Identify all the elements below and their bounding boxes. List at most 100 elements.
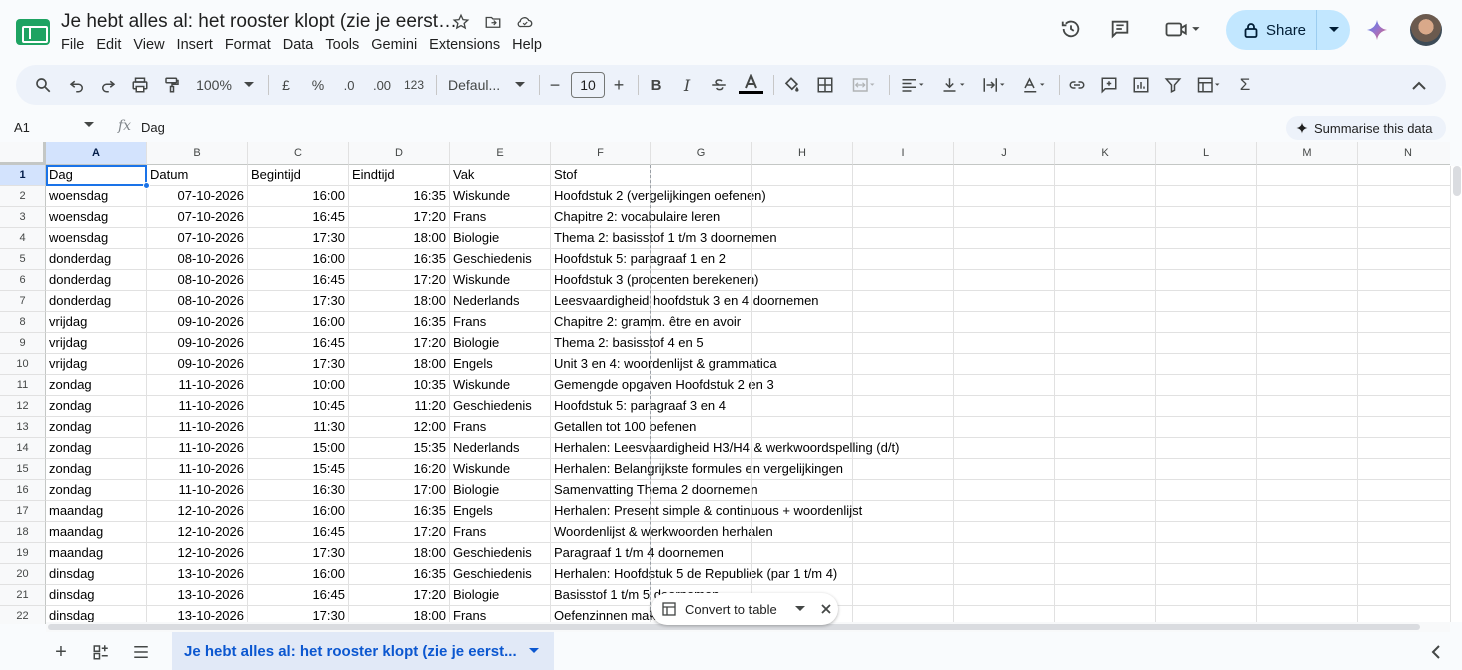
grid-cell[interactable]: woensdag <box>46 186 147 207</box>
column-header[interactable]: N <box>1358 142 1450 165</box>
grid-cell[interactable] <box>1156 417 1257 438</box>
grid-cell[interactable] <box>853 165 954 186</box>
grid-cell[interactable]: 15:35 <box>349 438 450 459</box>
grid-cell[interactable]: 09-10-2026 <box>147 333 248 354</box>
grid-cell[interactable] <box>1358 438 1450 459</box>
grid-cell[interactable] <box>1156 375 1257 396</box>
grid-cell[interactable] <box>1156 480 1257 501</box>
grid-cell[interactable]: woensdag <box>46 207 147 228</box>
grid-cell[interactable] <box>1257 165 1358 186</box>
grid-cell[interactable]: maandag <box>46 522 147 543</box>
grid-cell[interactable] <box>1257 186 1358 207</box>
menu-view[interactable]: View <box>133 37 170 53</box>
merge-cells-icon[interactable] <box>847 73 881 97</box>
grid-cell[interactable] <box>1055 543 1156 564</box>
grid-cell[interactable] <box>954 228 1055 249</box>
vertical-scrollbar[interactable] <box>1450 166 1462 622</box>
decrease-decimal-button[interactable]: .0 <box>338 73 360 97</box>
grid-cell[interactable] <box>1257 375 1358 396</box>
column-header[interactable]: E <box>450 142 551 165</box>
grid-cell[interactable] <box>651 312 752 333</box>
grid-cell[interactable] <box>752 480 853 501</box>
insert-chart-icon[interactable] <box>1130 73 1152 97</box>
grid-cell[interactable]: Dag <box>46 165 147 186</box>
row-header[interactable]: 7 <box>0 291 46 312</box>
grid-cell[interactable] <box>1055 207 1156 228</box>
grid-cell[interactable] <box>752 396 853 417</box>
grid-cell[interactable] <box>752 438 853 459</box>
grid-cell[interactable] <box>1358 480 1450 501</box>
filter-icon[interactable] <box>1162 73 1184 97</box>
grid-cell[interactable] <box>651 249 752 270</box>
grid-cell[interactable] <box>853 354 954 375</box>
grid-cell[interactable]: 08-10-2026 <box>147 249 248 270</box>
grid-cell[interactable] <box>954 165 1055 186</box>
grid-cell[interactable] <box>1257 480 1358 501</box>
sheet-tab-dropdown-icon[interactable] <box>528 648 539 654</box>
grid-cell[interactable]: Hoofdstuk 5: paragraaf 3 en 4 <box>551 396 726 417</box>
column-header[interactable]: A <box>46 142 147 165</box>
select-all-corner[interactable] <box>0 142 46 165</box>
grid-cell[interactable] <box>651 270 752 291</box>
grid-cell[interactable]: 17:20 <box>349 522 450 543</box>
row-header[interactable]: 3 <box>0 207 46 228</box>
grid-cell[interactable] <box>1257 270 1358 291</box>
column-header[interactable]: G <box>651 142 752 165</box>
summarise-button[interactable]: Summarise this data <box>1286 116 1446 140</box>
grid-cell[interactable] <box>651 291 752 312</box>
grid-cell[interactable]: 11:20 <box>349 396 450 417</box>
grid-cell[interactable] <box>1055 186 1156 207</box>
grid-cell[interactable]: 15:45 <box>248 459 349 480</box>
grid-cell[interactable] <box>752 207 853 228</box>
grid-cell[interactable]: 12-10-2026 <box>147 501 248 522</box>
grid-cell[interactable] <box>1055 228 1156 249</box>
grid-cell[interactable] <box>954 564 1055 585</box>
grid-cell[interactable] <box>1055 375 1156 396</box>
font-size-input[interactable]: 10 <box>571 72 605 98</box>
grid-cell[interactable] <box>1257 291 1358 312</box>
grid-cell[interactable]: 15:00 <box>248 438 349 459</box>
text-color-icon[interactable] <box>738 73 764 97</box>
menu-file[interactable]: File <box>61 37 90 53</box>
grid-cell[interactable] <box>954 186 1055 207</box>
grid-cell[interactable]: Stof <box>551 165 651 186</box>
close-icon[interactable] <box>821 604 831 614</box>
explore-collapse-icon[interactable] <box>1424 641 1446 663</box>
grid-cell[interactable] <box>1358 249 1450 270</box>
grid-cell[interactable] <box>1257 564 1358 585</box>
column-header[interactable]: I <box>853 142 954 165</box>
grid-cell[interactable] <box>1358 501 1450 522</box>
grid-cell[interactable]: 10:00 <box>248 375 349 396</box>
row-header[interactable]: 12 <box>0 396 46 417</box>
all-sheets-menu-icon[interactable] <box>130 641 152 663</box>
grid-cell[interactable] <box>1358 417 1450 438</box>
grid-cell[interactable] <box>1156 270 1257 291</box>
grid-cell[interactable] <box>1358 186 1450 207</box>
row-header[interactable]: 1 <box>0 165 46 186</box>
insert-comment-icon[interactable] <box>1098 73 1120 97</box>
grid-cell[interactable]: Gemengde opgaven Hoofdstuk 2 en 3 <box>551 375 774 396</box>
menu-edit[interactable]: Edit <box>96 37 127 53</box>
paint-format-icon[interactable] <box>161 73 183 97</box>
grid-cell[interactable] <box>651 480 752 501</box>
grid-cell[interactable] <box>752 522 853 543</box>
grid-cell[interactable] <box>1358 564 1450 585</box>
grid-cell[interactable]: 08-10-2026 <box>147 270 248 291</box>
grid-cell[interactable] <box>853 249 954 270</box>
row-header[interactable]: 20 <box>0 564 46 585</box>
grid-cell[interactable]: Wiskunde <box>450 270 551 291</box>
row-header[interactable]: 5 <box>0 249 46 270</box>
grid-cell[interactable] <box>853 312 954 333</box>
increase-font-size-button[interactable]: + <box>611 73 627 97</box>
grid-cell[interactable]: Nederlands <box>450 291 551 312</box>
grid-cell[interactable] <box>1358 396 1450 417</box>
grid-cell[interactable] <box>1358 270 1450 291</box>
grid-cell[interactable]: zondag <box>46 396 147 417</box>
grid-cell[interactable] <box>752 291 853 312</box>
row-header[interactable]: 14 <box>0 438 46 459</box>
row-header[interactable]: 11 <box>0 375 46 396</box>
grid-cell[interactable]: Herhalen: Belangrijkste formules en verg… <box>551 459 843 480</box>
grid-cell[interactable] <box>954 333 1055 354</box>
grid-cell[interactable]: Leesvaardigheid hoofdstuk 3 en 4 doornem… <box>551 291 819 312</box>
menu-gemini[interactable]: Gemini <box>371 37 423 53</box>
